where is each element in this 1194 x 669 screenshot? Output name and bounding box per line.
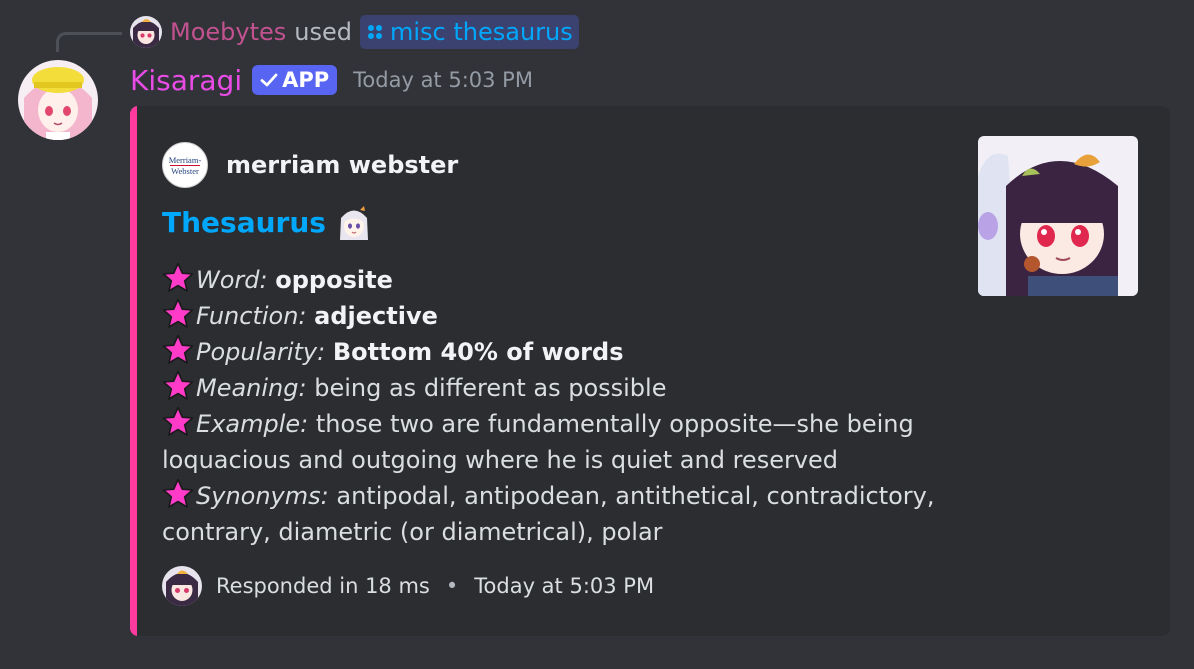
footer-text: Responded in 18 ms — [216, 574, 430, 598]
star-icon — [162, 478, 194, 510]
star-icon — [162, 370, 194, 402]
field-example: Example: those two are fundamentally opp… — [162, 406, 942, 478]
embed-thumbnail[interactable] — [978, 136, 1138, 296]
embed-title[interactable]: Thesaurus — [162, 204, 372, 240]
star-icon — [162, 406, 194, 438]
reply-context: Moebytes used misc thesaurus — [130, 14, 579, 50]
checkmark-icon — [260, 73, 278, 87]
field-synonyms: Synonyms: antipodal, antipodean, antithe… — [162, 478, 942, 550]
embed-title-text: Thesaurus — [162, 205, 326, 239]
star-icon — [162, 298, 194, 330]
footer-timestamp: Today at 5:03 PM — [474, 574, 655, 598]
field-popularity: Popularity: Bottom 40% of words — [162, 334, 942, 370]
svg-text:Merriam-: Merriam- — [169, 155, 202, 165]
reply-avatar[interactable] — [130, 16, 162, 48]
app-badge-label: APP — [282, 68, 330, 92]
footer-avatar — [162, 566, 202, 606]
reply-username[interactable]: Moebytes — [170, 18, 286, 46]
embed-author: Merriam- Webster merriam webster — [162, 142, 458, 188]
footer-separator: • — [445, 574, 459, 598]
bot-avatar[interactable] — [18, 60, 98, 140]
svg-text:Webster: Webster — [171, 166, 199, 176]
field-word: Word: opposite — [162, 262, 942, 298]
embed-footer: Responded in 18 ms • Today at 5:03 PM — [162, 566, 654, 606]
embed-accent-bar — [130, 106, 137, 636]
field-meaning: Meaning: being as different as possible — [162, 370, 942, 406]
app-badge: APP — [252, 65, 338, 95]
anime-girl-emoji-icon — [336, 204, 372, 240]
reply-used-text: used — [294, 18, 352, 46]
slash-command-name: misc thesaurus — [390, 18, 573, 46]
merriam-webster-logo: Merriam- Webster — [162, 142, 208, 188]
message-timestamp[interactable]: Today at 5:03 PM — [353, 68, 533, 92]
reply-connector — [56, 32, 122, 52]
slash-command-pill[interactable]: misc thesaurus — [360, 15, 579, 49]
bot-username[interactable]: Kisaragi — [130, 64, 242, 97]
command-grid-icon — [368, 25, 382, 39]
star-icon — [162, 334, 194, 366]
embed-card: Merriam- Webster merriam webster Thesaur… — [130, 106, 1170, 636]
embed-description: Word: opposite Function: adjective Popul… — [162, 262, 942, 550]
star-icon — [162, 262, 194, 294]
message-header: Kisaragi APP Today at 5:03 PM — [130, 60, 533, 100]
embed-author-name: merriam webster — [226, 151, 459, 179]
field-function: Function: adjective — [162, 298, 942, 334]
